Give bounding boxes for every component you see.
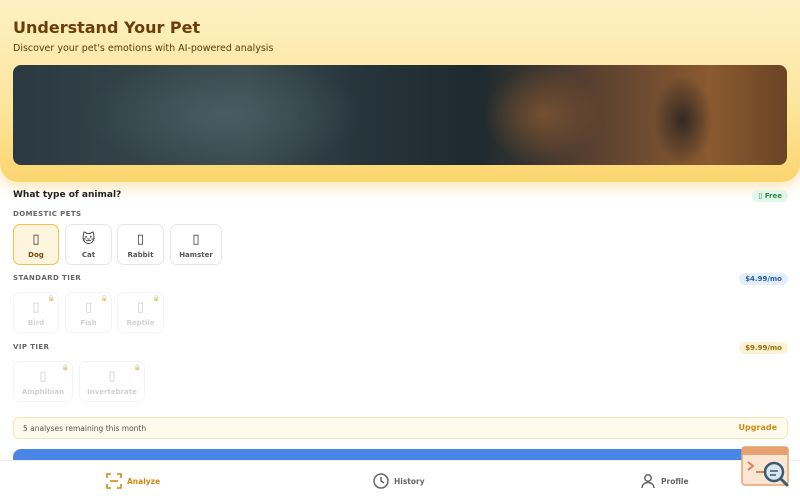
quota-banner: 5 analyses remaining this month Upgrade: [13, 417, 788, 439]
debug-overlay-icon[interactable]: [741, 446, 791, 488]
user-icon: [641, 474, 655, 489]
domestic-tier-label: DOMESTIC PETS: [13, 210, 82, 218]
vip-price-badge: $9.99/mo: [739, 342, 788, 354]
animal-card-cat[interactable]: 🐱 Cat: [65, 224, 112, 265]
rabbit-icon: ▯: [136, 232, 145, 247]
hero-section: Understand Your Pet Discover your pet's …: [0, 0, 800, 182]
invertebrate-icon: ▯: [108, 369, 116, 384]
cat-icon: 🐱: [81, 232, 96, 247]
quota-text: 5 analyses remaining this month: [23, 424, 147, 433]
animal-card-amphibian[interactable]: 🔒 ▯ Amphibian: [13, 361, 73, 402]
bottom-nav: Analyze History Profile: [0, 460, 800, 500]
animal-card-reptile[interactable]: 🔒 ▯ Reptile: [117, 292, 164, 333]
animal-card-dog[interactable]: ▯ Dog: [13, 224, 59, 265]
upgrade-link[interactable]: Upgrade: [739, 423, 777, 432]
bird-icon: ▯: [32, 300, 40, 315]
animal-type-question: What type of animal?: [13, 190, 122, 200]
animal-card-fish[interactable]: 🔒 ▯ Fish: [65, 292, 112, 333]
page-title: Understand Your Pet: [13, 18, 201, 37]
fish-icon: ▯: [84, 300, 93, 315]
animal-card-hamster[interactable]: ▯ Hamster: [170, 224, 222, 265]
free-badge: ▯ Free: [752, 190, 788, 202]
hamster-icon: ▯: [192, 232, 200, 247]
amphibian-icon: ▯: [39, 369, 47, 384]
page-subtitle: Discover your pet's emotions with AI-pow…: [13, 43, 274, 54]
clock-icon: [373, 473, 389, 489]
scan-icon: [106, 473, 122, 489]
gift-icon: ▯: [758, 192, 763, 200]
reptile-icon: ▯: [136, 300, 145, 315]
dog-icon: ▯: [32, 232, 40, 247]
standard-tier-label: STANDARD TIER: [13, 274, 82, 282]
animal-card-invertebrate[interactable]: 🔒 ▯ Invertebrate: [79, 361, 145, 402]
standard-price-badge: $4.99/mo: [739, 273, 788, 285]
animal-card-rabbit[interactable]: ▯ Rabbit: [117, 224, 164, 265]
hero-image: [13, 65, 787, 165]
vip-tier-label: VIP TIER: [13, 343, 50, 351]
animal-card-bird[interactable]: 🔒 ▯ Bird: [13, 292, 59, 333]
